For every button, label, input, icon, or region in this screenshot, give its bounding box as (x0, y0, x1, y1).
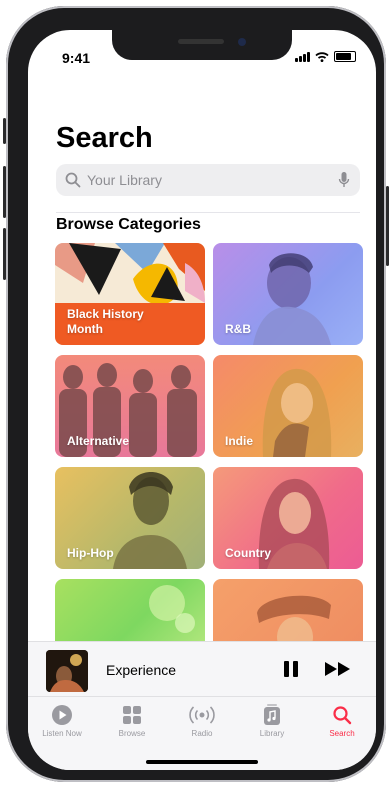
now-playing-title: Experience (106, 662, 177, 678)
tab-label: Browse (118, 729, 146, 738)
search-input[interactable]: Your Library (56, 164, 360, 196)
category-label: R&B (225, 322, 251, 336)
wifi-icon (315, 52, 329, 62)
category-tile-rnb[interactable]: R&B (213, 243, 363, 345)
fast-forward-icon[interactable] (324, 661, 352, 677)
tab-search[interactable]: Search (310, 703, 374, 738)
volume-down-button (3, 228, 6, 280)
pause-icon (284, 661, 289, 677)
now-playing-artwork (46, 650, 88, 692)
screen: 9:41 Search Your Library Browse Categori… (28, 30, 376, 770)
category-artwork (257, 595, 331, 641)
category-tile-indie[interactable]: Indie (213, 355, 363, 457)
category-label: Country (225, 546, 271, 560)
tab-label: Library (259, 729, 285, 738)
divider (56, 212, 360, 213)
tab-label: Radio (191, 729, 213, 738)
tab-listen-now[interactable]: Listen Now (30, 703, 94, 738)
category-label: Black History Month (67, 307, 144, 336)
front-camera (238, 38, 246, 46)
page-title: Search (56, 122, 153, 154)
mini-player[interactable]: Experience (28, 641, 376, 696)
radio-waves-icon (189, 706, 215, 724)
tab-label: Search (329, 729, 355, 738)
tab-radio[interactable]: Radio (170, 703, 234, 738)
power-button (386, 186, 389, 266)
category-tile-8[interactable] (213, 579, 363, 641)
search-placeholder: Your Library (87, 172, 162, 188)
category-label: Hip-Hop (67, 546, 114, 560)
battery-icon (334, 51, 356, 62)
signal-icon (295, 52, 310, 62)
search-icon (65, 172, 81, 188)
section-title: Browse Categories (56, 216, 201, 233)
tab-bar: Listen Now Browse Radio Library Search (28, 696, 376, 770)
music-note-icon (264, 704, 280, 725)
microphone-icon[interactable] (338, 171, 350, 189)
category-grid: Black History Month R&B Alternative Indi… (55, 241, 363, 641)
category-tile-black-history-month[interactable]: Black History Month (55, 243, 205, 345)
category-tile-hip-hop[interactable]: Hip-Hop (55, 467, 205, 569)
category-tile-alternative[interactable]: Alternative (55, 355, 205, 457)
category-tile-country[interactable]: Country (213, 467, 363, 569)
volume-up-button (3, 166, 6, 218)
pause-button[interactable] (284, 661, 298, 677)
speaker (178, 39, 224, 44)
grid-icon (123, 706, 141, 724)
tab-browse[interactable]: Browse (100, 703, 164, 738)
category-label: Alternative (67, 434, 130, 448)
category-label: Indie (225, 434, 254, 448)
tab-label: Listen Now (42, 729, 82, 738)
search-icon (333, 706, 352, 725)
home-indicator[interactable] (146, 760, 258, 764)
notch (112, 30, 292, 60)
phone-frame: 9:41 Search Your Library Browse Categori… (3, 6, 389, 782)
category-artwork (149, 585, 195, 633)
tab-library[interactable]: Library (240, 703, 304, 738)
category-tile-7[interactable] (55, 579, 205, 641)
status-icons (295, 51, 356, 62)
status-time: 9:41 (62, 50, 91, 66)
mute-switch (3, 118, 6, 144)
play-circle-icon (52, 705, 72, 725)
